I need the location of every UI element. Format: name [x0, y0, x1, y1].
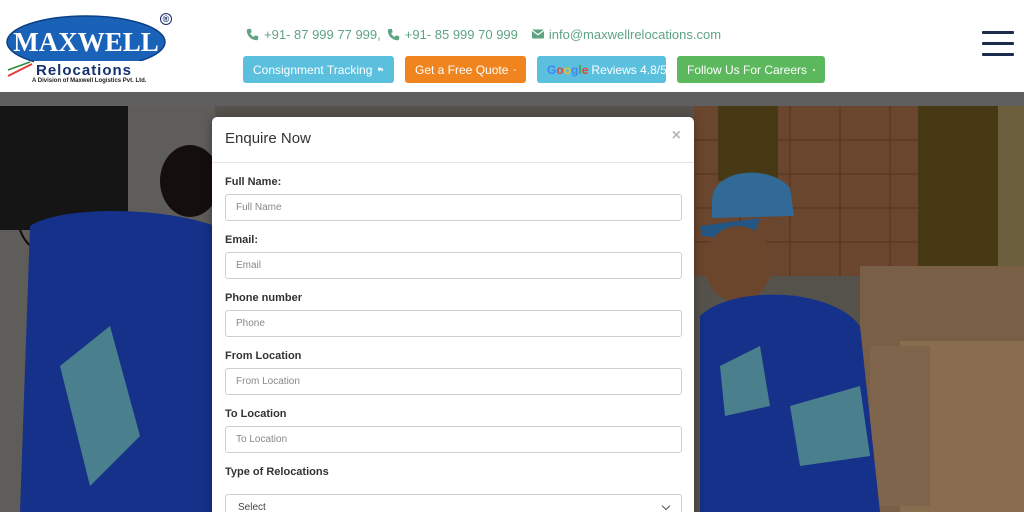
phone-input[interactable] — [225, 310, 682, 337]
phone1-link[interactable]: +91- 87 999 77 999, — [246, 27, 381, 42]
relocation-type-label: Type of Relocations — [225, 466, 329, 478]
maxwell-logo[interactable]: MAXWELL Relocations ® A Division of Maxw… — [6, 13, 174, 88]
envelope-icon — [531, 29, 544, 39]
to-location-label: To Location — [225, 408, 287, 420]
phone2-link[interactable]: +91- 85 999 70 999 — [387, 27, 518, 42]
hand-icon — [813, 68, 815, 71]
phone-label: Phone number — [225, 292, 303, 304]
logo-brand-top: MAXWELL — [13, 27, 159, 57]
google-wordmark: Google — [547, 63, 588, 77]
to-location-input[interactable] — [225, 426, 682, 453]
phone1-text: +91- 87 999 77 999, — [264, 26, 381, 42]
relocation-type-value: Select — [238, 502, 266, 512]
full-name-input[interactable] — [225, 194, 682, 221]
logo-brand-bottom: Relocations — [36, 62, 132, 78]
chevron-down-icon — [661, 501, 671, 511]
logo-tagline: A Division of Maxwell Logistics Pvt. Ltd… — [32, 78, 147, 84]
truck-icon — [378, 67, 384, 72]
menu-bar — [982, 53, 1014, 56]
contact-row: +91- 87 999 77 999, +91- 85 999 70 999 i… — [246, 25, 727, 43]
consignment-tracking-button[interactable]: Consignment Tracking — [243, 56, 394, 83]
site-header: MAXWELL Relocations ® A Division of Maxw… — [0, 0, 1024, 92]
hamburger-menu-icon[interactable] — [982, 31, 1014, 57]
google-letter: o — [563, 62, 572, 77]
email-text: info@maxwellrelocations.com — [548, 26, 722, 42]
from-location-label: From Location — [225, 350, 302, 362]
modal-header: Enquire Now × — [212, 117, 694, 163]
email-input[interactable] — [225, 252, 682, 279]
free-quote-button[interactable]: Get a Free Quote — [405, 56, 526, 83]
registered-mark: ® — [160, 13, 172, 25]
close-icon[interactable]: × — [672, 127, 681, 145]
header-button-row: Consignment Tracking Get a Free Quote Go… — [243, 56, 836, 83]
google-letter: e — [581, 62, 589, 77]
google-letter: o — [556, 62, 564, 77]
phone-icon — [246, 28, 259, 40]
info-circle-icon — [514, 68, 516, 71]
phone-icon — [387, 28, 399, 40]
phone2-text: +91- 85 999 70 999 — [404, 26, 518, 42]
google-letter: G — [547, 62, 557, 77]
menu-bar — [982, 42, 1014, 45]
google-reviews-label: Reviews 4.8/5 — [591, 62, 667, 77]
modal-title: Enquire Now — [225, 130, 311, 147]
consignment-tracking-label: Consignment Tracking — [253, 62, 373, 77]
full-name-label: Full Name: — [225, 176, 282, 188]
free-quote-label: Get a Free Quote — [415, 62, 509, 77]
enquire-modal: Enquire Now × Full Name: Email: Phone nu… — [212, 117, 694, 512]
google-reviews-button[interactable]: Google Reviews 4.8/5 — [537, 56, 667, 83]
menu-bar — [982, 31, 1014, 34]
header-divider — [0, 92, 1024, 106]
careers-label: Follow Us For Careers — [687, 62, 808, 77]
careers-button[interactable]: Follow Us For Careers — [677, 56, 825, 83]
email-link[interactable]: info@maxwellrelocations.com — [531, 26, 722, 42]
relocation-type-select[interactable]: Select — [225, 494, 682, 512]
email-label: Email: — [225, 234, 259, 246]
from-location-input[interactable] — [225, 368, 682, 395]
